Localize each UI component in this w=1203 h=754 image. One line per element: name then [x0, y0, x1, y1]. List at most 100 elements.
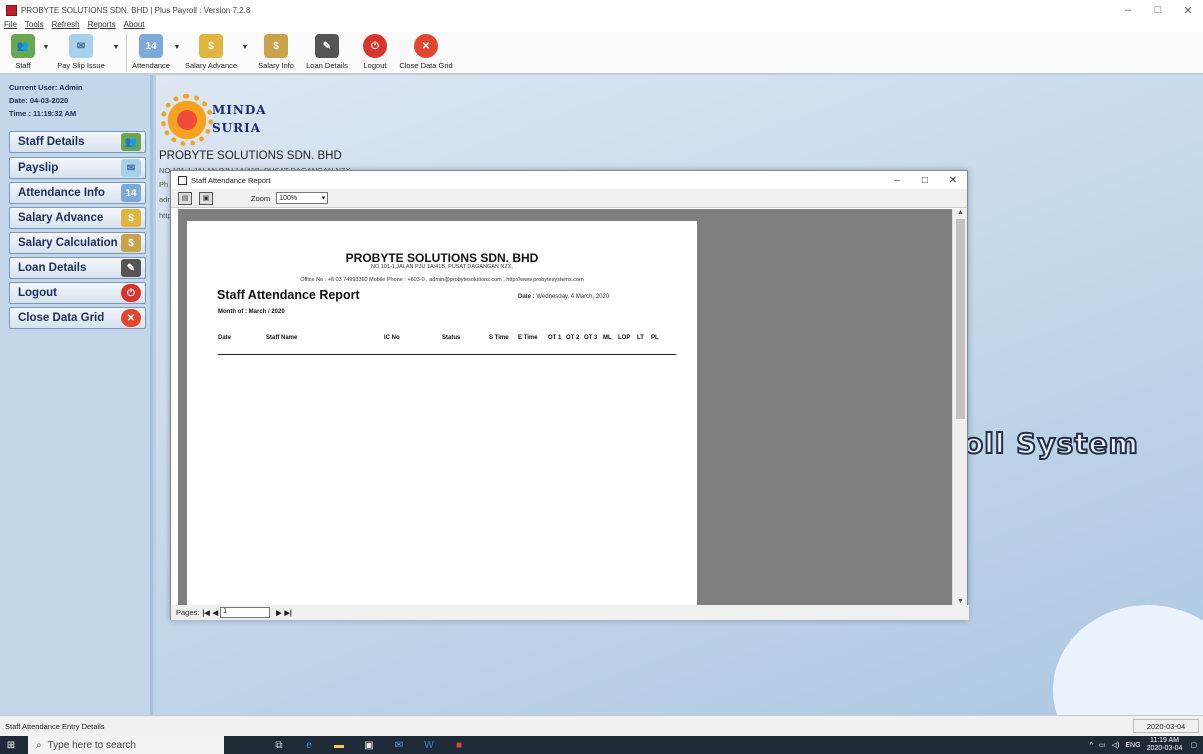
notification-icon[interactable]: ▢ — [1190, 741, 1197, 749]
taskbar-search[interactable]: ⌕ Type here to search — [28, 736, 224, 754]
windows-taskbar: ⊞ ⌕ Type here to search ⧉ e ▬ ▣ ✉ W ■ ^ … — [0, 736, 1203, 754]
current-user-label: Current User: Admin — [9, 83, 83, 92]
column-header: IC No — [384, 335, 400, 341]
loan-form-icon: ✎ — [315, 34, 339, 58]
store-icon[interactable]: ▣ — [354, 736, 384, 754]
scroll-thumb[interactable] — [956, 219, 965, 419]
first-page-icon[interactable]: |◀ — [202, 609, 209, 617]
toolbar-separator — [126, 34, 127, 72]
prev-page-icon[interactable]: ◀ — [213, 609, 218, 617]
payroll-system-banner: oll System — [963, 426, 1139, 461]
column-header: Status — [442, 335, 461, 341]
report-pager: Pages: |◀ ◀ 1 ▶ ▶| — [171, 605, 969, 620]
window-icon — [178, 175, 187, 185]
pay-slip-dropdown-arrow[interactable]: ▼ — [110, 32, 122, 62]
page-number-input[interactable]: 1 — [220, 607, 271, 618]
menu-bar: File Tools Refresh Reports About — [0, 20, 1203, 32]
report-date: Date : Wednesday, 4 March, 2020 — [518, 294, 610, 300]
report-toolbar: ▤ ▣ Zoom 100% ▾ — [171, 189, 967, 208]
column-header: PL — [651, 335, 659, 341]
column-header: LOP — [618, 335, 631, 341]
pay-slip-issue-button[interactable]: ✉ Pay Slip Issue — [52, 32, 110, 74]
app-icon — [6, 4, 17, 16]
report-maximize-button[interactable]: □ — [911, 171, 939, 189]
search-placeholder: Type here to search — [47, 739, 136, 751]
windows-start-icon[interactable]: ⊞ — [0, 736, 22, 754]
export-icon[interactable]: ▣ — [199, 191, 213, 205]
volume-icon[interactable]: ◁) — [1112, 741, 1120, 749]
company-phone: Ph — [159, 180, 169, 189]
zoom-label: Zoom — [251, 193, 271, 203]
close-circle-icon: ✕ — [121, 309, 141, 327]
report-page: PROBYTE SOLUTIONS SDN. BHD NO.101-1,JALA… — [187, 221, 697, 605]
word-icon[interactable]: W — [414, 736, 444, 754]
money-sack-icon: $ — [121, 234, 141, 252]
maximize-button[interactable]: □ — [1143, 0, 1173, 20]
menu-about[interactable]: About — [120, 20, 149, 32]
next-page-icon[interactable]: ▶ — [276, 609, 281, 617]
salary-advance-toolbar-button[interactable]: $ Salary Advance — [183, 32, 239, 74]
close-circle-icon: ✕ — [414, 34, 438, 58]
minimize-button[interactable]: – — [1113, 0, 1143, 20]
menu-reports[interactable]: Reports — [84, 20, 120, 32]
edge-icon[interactable]: e — [294, 736, 324, 754]
report-minimize-button[interactable]: – — [883, 171, 911, 189]
scroll-up-icon[interactable]: ▲ — [953, 209, 968, 216]
system-tray: ^ ▭ ◁) ENG 11:19 AM 2020-03-04 ▢ — [1090, 736, 1203, 754]
report-close-button[interactable]: ✕ — [939, 171, 967, 189]
column-header: S Time — [489, 335, 509, 341]
language-indicator[interactable]: ENG — [1125, 742, 1140, 749]
report-header-divider — [218, 354, 676, 355]
chevron-down-icon: ▾ — [321, 195, 326, 202]
mail-icon[interactable]: ✉ — [384, 736, 414, 754]
report-vertical-scrollbar[interactable]: ▲ ▼ — [952, 209, 967, 605]
payroll-app-icon[interactable]: ■ — [444, 736, 474, 754]
sidebar-item-salary-advance[interactable]: Salary Advance $ — [9, 207, 146, 229]
report-title: Staff Attendance Report — [217, 288, 360, 302]
pages-label: Pages: — [176, 608, 200, 617]
status-bar: Staff Attendance Entry Details 2020-03-0… — [0, 715, 1203, 736]
column-header: E Time — [518, 335, 538, 341]
close-data-grid-toolbar-button[interactable]: ✕ Close Data Grid — [397, 32, 455, 74]
staff-dropdown-arrow[interactable]: ▼ — [40, 32, 52, 62]
loan-details-toolbar-button[interactable]: ✎ Loan Details — [301, 32, 353, 74]
salary-info-toolbar-button[interactable]: $ Salary Info — [251, 32, 301, 74]
staff-toolbar-button[interactable]: 👥 Staff — [6, 32, 40, 74]
staff-icon: 👥 — [11, 34, 35, 58]
sidebar-item-loan-details[interactable]: Loan Details ✎ — [9, 257, 146, 279]
column-header: Staff Name — [266, 335, 298, 341]
sidebar-item-attendance-info[interactable]: Attendance Info 14 — [9, 182, 146, 204]
attendance-toolbar-button[interactable]: 14 Attendance — [131, 32, 171, 74]
sidebar-item-payslip[interactable]: Payslip ✉ — [9, 157, 146, 179]
zoom-select[interactable]: 100% ▾ — [276, 192, 329, 204]
company-email: adr — [159, 195, 170, 204]
sidebar-item-staff-details[interactable]: Staff Details 👥 — [9, 131, 146, 153]
sidebar-item-logout[interactable]: Logout ⏻ — [9, 282, 146, 304]
taskbar-clock[interactable]: 11:19 AM 2020-03-04 — [1147, 737, 1183, 753]
main-toolbar: 👥 Staff ▼ ✉ Pay Slip Issue ▼ 14 Attendan… — [0, 32, 1203, 74]
scroll-down-icon[interactable]: ▼ — [953, 598, 968, 605]
search-icon: ⌕ — [36, 739, 42, 751]
menu-tools[interactable]: Tools — [21, 20, 48, 32]
menu-refresh[interactable]: Refresh — [48, 20, 84, 32]
last-page-icon[interactable]: ▶| — [284, 609, 291, 617]
sidebar: Current User: Admin Date: 04-03-2020 Tim… — [0, 75, 153, 715]
time-label: Time : 11:19:32 AM — [9, 109, 77, 118]
window-title: PROBYTE SOLUTIONS SDN. BHD | Plus Payrol… — [21, 5, 251, 15]
menu-file[interactable]: File — [0, 20, 21, 32]
print-icon[interactable]: ▤ — [178, 191, 192, 205]
network-icon[interactable]: ▭ — [1099, 741, 1106, 749]
power-icon: ⏻ — [363, 34, 387, 58]
close-button[interactable]: ✕ — [1173, 0, 1203, 20]
file-explorer-icon[interactable]: ▬ — [324, 736, 354, 754]
task-view-icon[interactable]: ⧉ — [264, 736, 294, 754]
tray-chevron-icon[interactable]: ^ — [1090, 742, 1093, 749]
salary-advance-dropdown-arrow[interactable]: ▼ — [239, 32, 251, 62]
column-header: OT 1 — [548, 335, 562, 341]
sidebar-item-close-data-grid[interactable]: Close Data Grid ✕ — [9, 307, 146, 329]
report-window: Staff Attendance Report – □ ✕ ▤ ▣ Zoom 1… — [170, 170, 969, 620]
logout-toolbar-button[interactable]: ⏻ Logout — [353, 32, 397, 74]
attendance-dropdown-arrow[interactable]: ▼ — [171, 32, 183, 62]
column-header: Date — [218, 335, 232, 341]
sidebar-item-salary-calculation[interactable]: Salary Calculation $ — [9, 232, 146, 254]
